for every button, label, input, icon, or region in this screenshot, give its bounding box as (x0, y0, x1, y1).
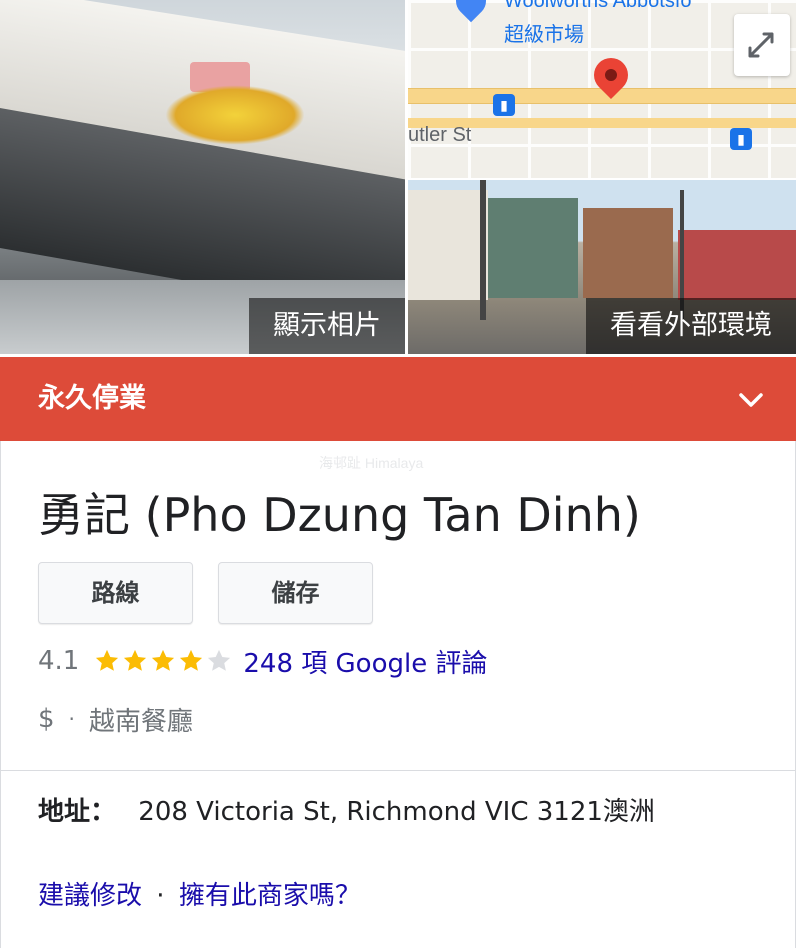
street-pole (480, 180, 486, 320)
divider (1, 770, 796, 771)
bus-stop-icon: ▮ (493, 94, 515, 116)
permanently-closed-banner[interactable]: 永久停業 (0, 357, 796, 441)
street-building (678, 230, 796, 300)
suggest-edit-link[interactable]: 建議修改 (38, 881, 142, 911)
photos-tile[interactable]: 顯示相片 (0, 0, 405, 354)
photo-sign-character (60, 70, 110, 130)
own-business-link[interactable]: 擁有此商家嗎？ (179, 881, 361, 911)
map-store-name: Woolworths Abbotsfo (504, 0, 692, 12)
map-street-label: utler St (408, 124, 472, 146)
price-level: $ (38, 704, 55, 734)
directions-button[interactable]: 路線 (38, 562, 193, 624)
address-label: 地址： (38, 797, 117, 827)
category-row: $ · 越南餐廳 (38, 699, 193, 739)
address-value: 208 Victoria St, Richmond VIC 3121澳洲 (138, 797, 655, 827)
show-photos-label[interactable]: 顯示相片 (249, 298, 405, 354)
street-view-label[interactable]: 看看外部環境 (586, 298, 796, 354)
expand-icon (748, 32, 774, 58)
star-icon (96, 649, 119, 671)
media-gallery: 顯示相片 Woolworths Abbotsfo 超級市場 utler St ▮… (0, 0, 796, 354)
business-category: 越南餐廳 (88, 706, 193, 737)
star-icon (180, 649, 203, 671)
rating-value: 4.1 (38, 646, 80, 676)
street-building (583, 208, 673, 298)
map-thumbnail[interactable]: Woolworths Abbotsfo 超級市場 utler St ▮ ▮ (408, 0, 796, 178)
rating-row: 4.1 248 項 Google 評論 (38, 641, 487, 681)
closed-status-text: 永久停業 (38, 383, 146, 414)
separator-dot: · (156, 881, 165, 911)
business-info-panel: 海邨趾 Himalaya 勇記 (Pho Dzung Tan Dinh) 路線 … (0, 441, 796, 948)
star-icon (124, 649, 147, 671)
street-building (408, 190, 488, 300)
star-icon (152, 649, 175, 671)
map-store-label: 超級市場 (504, 24, 584, 46)
rating-stars (93, 647, 233, 675)
chevron-down-icon[interactable] (736, 385, 766, 415)
footer-links: 建議修改 · 擁有此商家嗎？ (38, 875, 361, 912)
separator-dot: · (68, 707, 75, 731)
map-expand-button[interactable] (734, 14, 790, 76)
street-building (488, 198, 578, 298)
street-view-tile[interactable]: 看看外部環境 (408, 180, 796, 354)
address-row: 地址： 208 Victoria St, Richmond VIC 3121澳洲 (38, 791, 655, 828)
star-icon (208, 649, 231, 671)
photo-sign-logo (165, 85, 305, 145)
reviews-link[interactable]: 248 項 Google 評論 (243, 643, 487, 680)
bus-stop-icon: ▮ (730, 128, 752, 150)
watermark: 海邨趾 Himalaya (319, 455, 424, 471)
business-title: 勇記 (Pho Dzung Tan Dinh) (38, 488, 641, 542)
save-button[interactable]: 儲存 (218, 562, 373, 624)
